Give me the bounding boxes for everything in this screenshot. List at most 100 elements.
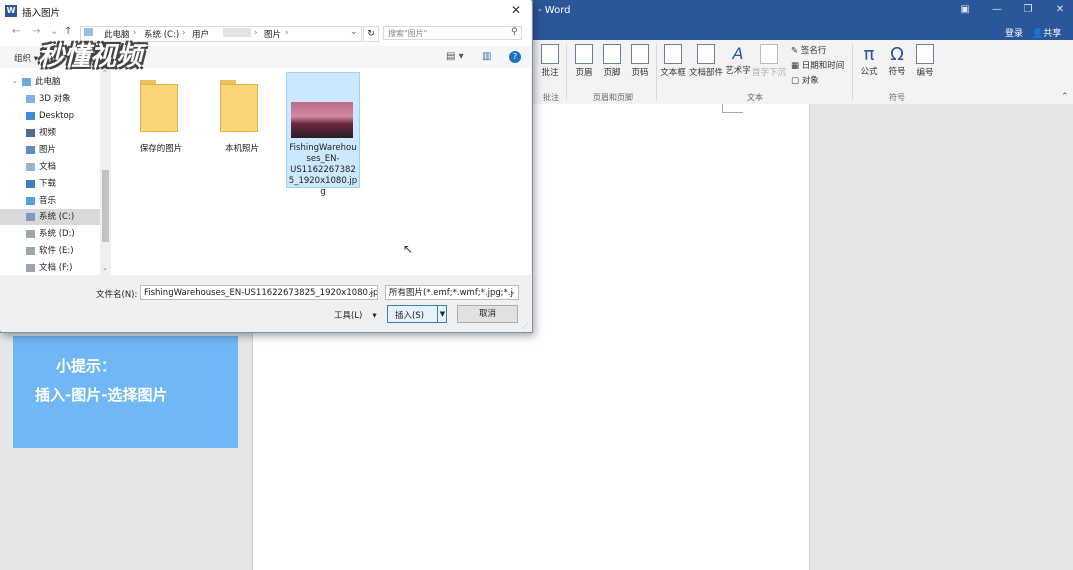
organize-menu[interactable]: 组织 ▾: [14, 52, 38, 64]
drive-icon: [26, 212, 35, 221]
folder-label-saved-pictures[interactable]: 保存的图片: [121, 142, 201, 154]
dialog-title: 插入图片: [22, 8, 61, 19]
cancel-button[interactable]: 取消: [457, 305, 518, 323]
resize-grip-icon[interactable]: ⋰: [522, 322, 529, 330]
breadcrumb-pictures[interactable]: 图片: [264, 28, 281, 40]
refresh-icon[interactable]: ↻: [363, 26, 379, 42]
object-icon: ▢: [791, 76, 802, 86]
nav-item-drive-e[interactable]: 软件 (E:): [26, 243, 74, 259]
collapse-ribbon-icon[interactable]: ⌃: [1061, 92, 1069, 102]
signature-line-button[interactable]: ✎ 签名行: [791, 44, 826, 56]
datetime-button[interactable]: ▦ 日期和时间: [791, 59, 844, 71]
folder-icon[interactable]: [220, 80, 258, 132]
wordart-label: 艺术字: [725, 66, 751, 76]
search-icon[interactable]: ⚲: [511, 27, 518, 37]
nav-scrollbar-thumb[interactable]: [102, 170, 109, 242]
nav-item-music[interactable]: 音乐: [26, 193, 56, 209]
footer-button[interactable]: 页脚: [598, 44, 626, 78]
music-icon: [26, 196, 35, 205]
page-margin-mark: [722, 104, 743, 113]
textbox-button[interactable]: 文本框: [659, 44, 687, 78]
nav-item-3d-objects[interactable]: 3D 对象: [26, 91, 71, 107]
numbering-button[interactable]: 编号: [911, 44, 939, 78]
dialog-close-icon[interactable]: ✕: [511, 3, 521, 17]
share-label: 共享: [1043, 29, 1062, 39]
expand-icon[interactable]: ⌄: [12, 77, 18, 85]
file-name-input[interactable]: FishingWarehouses_EN-US11622673825_1920x…: [140, 285, 378, 300]
breadcrumb-drive-c[interactable]: 系统 (C:): [144, 28, 179, 40]
comment-label: 批注: [541, 68, 559, 78]
nav-item-this-pc[interactable]: 此电脑: [22, 74, 61, 90]
nav-item-videos[interactable]: 视频: [26, 125, 56, 141]
folder-label-camera-roll[interactable]: 本机照片: [202, 142, 282, 154]
folder-icon[interactable]: [140, 80, 178, 132]
image-thumbnail[interactable]: [291, 102, 353, 138]
calendar-icon: ▦: [791, 61, 802, 71]
breadcrumb-users[interactable]: 用户: [192, 28, 209, 40]
nav-item-pictures[interactable]: 图片: [26, 142, 56, 158]
insert-dropdown-icon[interactable]: ▼: [437, 305, 447, 323]
nav-item-drive-f[interactable]: 文档 (F:): [26, 260, 72, 276]
view-options-icon[interactable]: ▤ ▾: [446, 51, 464, 62]
video-icon: [26, 128, 35, 137]
insert-button-label: 插入(S): [395, 311, 425, 321]
nav-item-documents[interactable]: 文档: [26, 159, 56, 175]
nav-label: 图片: [39, 145, 57, 155]
footer-label: 页脚: [603, 68, 621, 78]
nav-label: Desktop: [39, 111, 75, 121]
nav-label: 3D 对象: [39, 94, 71, 104]
nav-label: 此电脑: [35, 77, 61, 87]
close-icon[interactable]: ✕: [1053, 3, 1067, 17]
numbering-icon: [916, 44, 934, 64]
file-name-label[interactable]: FishingWarehouses_EN-US11622673825_1920x…: [288, 143, 358, 198]
download-icon: [26, 179, 35, 188]
file-name-field-label: 文件名(N):: [96, 290, 138, 300]
equation-button[interactable]: π 公式: [855, 44, 883, 77]
wordart-button[interactable]: A 艺术字: [724, 44, 752, 76]
file-type-dropdown-icon[interactable]: ⌄: [509, 287, 516, 296]
word-icon: W: [5, 5, 17, 17]
signature-label: 签名行: [800, 46, 827, 56]
drive-icon: [26, 263, 35, 272]
nav-label: 文档: [39, 162, 57, 172]
nav-item-desktop[interactable]: Desktop: [26, 108, 74, 124]
header-button[interactable]: 页眉: [570, 44, 598, 78]
wordart-icon: A: [732, 44, 744, 63]
scroll-down-icon[interactable]: ⌄: [102, 264, 108, 272]
share-button[interactable]: 👤共享: [1032, 26, 1061, 39]
page-number-icon: [631, 44, 649, 64]
login-link[interactable]: 登录: [1005, 26, 1023, 39]
word-title: - Word: [538, 5, 571, 16]
search-input[interactable]: 搜索"图片": [383, 26, 522, 40]
dropcap-icon: [760, 44, 778, 64]
group-label-comment: 批注: [543, 93, 559, 102]
tools-menu[interactable]: 工具(L) ▾: [334, 309, 377, 321]
file-type-select[interactable]: 所有图片(*.emf;*.wmf;*.jpg;*.j: [385, 285, 519, 300]
ribbon-separator: [566, 44, 567, 100]
numbering-label: 编号: [916, 68, 934, 78]
page-number-button[interactable]: 页码: [626, 44, 654, 78]
back-arrow-icon[interactable]: ←: [12, 26, 20, 37]
ribbon-display-icon[interactable]: ▣: [958, 3, 972, 17]
breadcrumb-separator: ›: [254, 28, 258, 38]
help-icon[interactable]: ?: [509, 51, 521, 63]
nav-item-drive-d[interactable]: 系统 (D:): [26, 226, 75, 242]
address-dropdown-icon[interactable]: ⌄: [350, 27, 358, 37]
minimize-icon[interactable]: —: [990, 3, 1004, 17]
nav-item-downloads[interactable]: 下载: [26, 176, 56, 192]
quick-parts-label: 文档部件: [689, 68, 724, 78]
comment-button[interactable]: 批注: [536, 44, 564, 78]
preview-pane-icon[interactable]: ▥: [482, 51, 491, 62]
tools-label: 工具(L): [334, 311, 363, 321]
quick-parts-button[interactable]: 文档部件: [689, 44, 723, 78]
dropcap-button[interactable]: 首字下沉: [752, 44, 786, 78]
object-button[interactable]: ▢ 对象: [791, 74, 819, 86]
symbol-button[interactable]: Ω 符号: [883, 44, 911, 77]
nav-item-drive-c[interactable]: 系统 (C:): [26, 209, 74, 225]
datetime-label: 日期和时间: [801, 61, 845, 71]
restore-icon[interactable]: ❐: [1021, 3, 1035, 17]
group-label-text: 文本: [747, 93, 763, 102]
picture-icon: [26, 145, 35, 154]
group-label-header-footer: 页眉和页脚: [593, 93, 633, 102]
file-name-dropdown-icon[interactable]: ⌄: [368, 287, 375, 296]
